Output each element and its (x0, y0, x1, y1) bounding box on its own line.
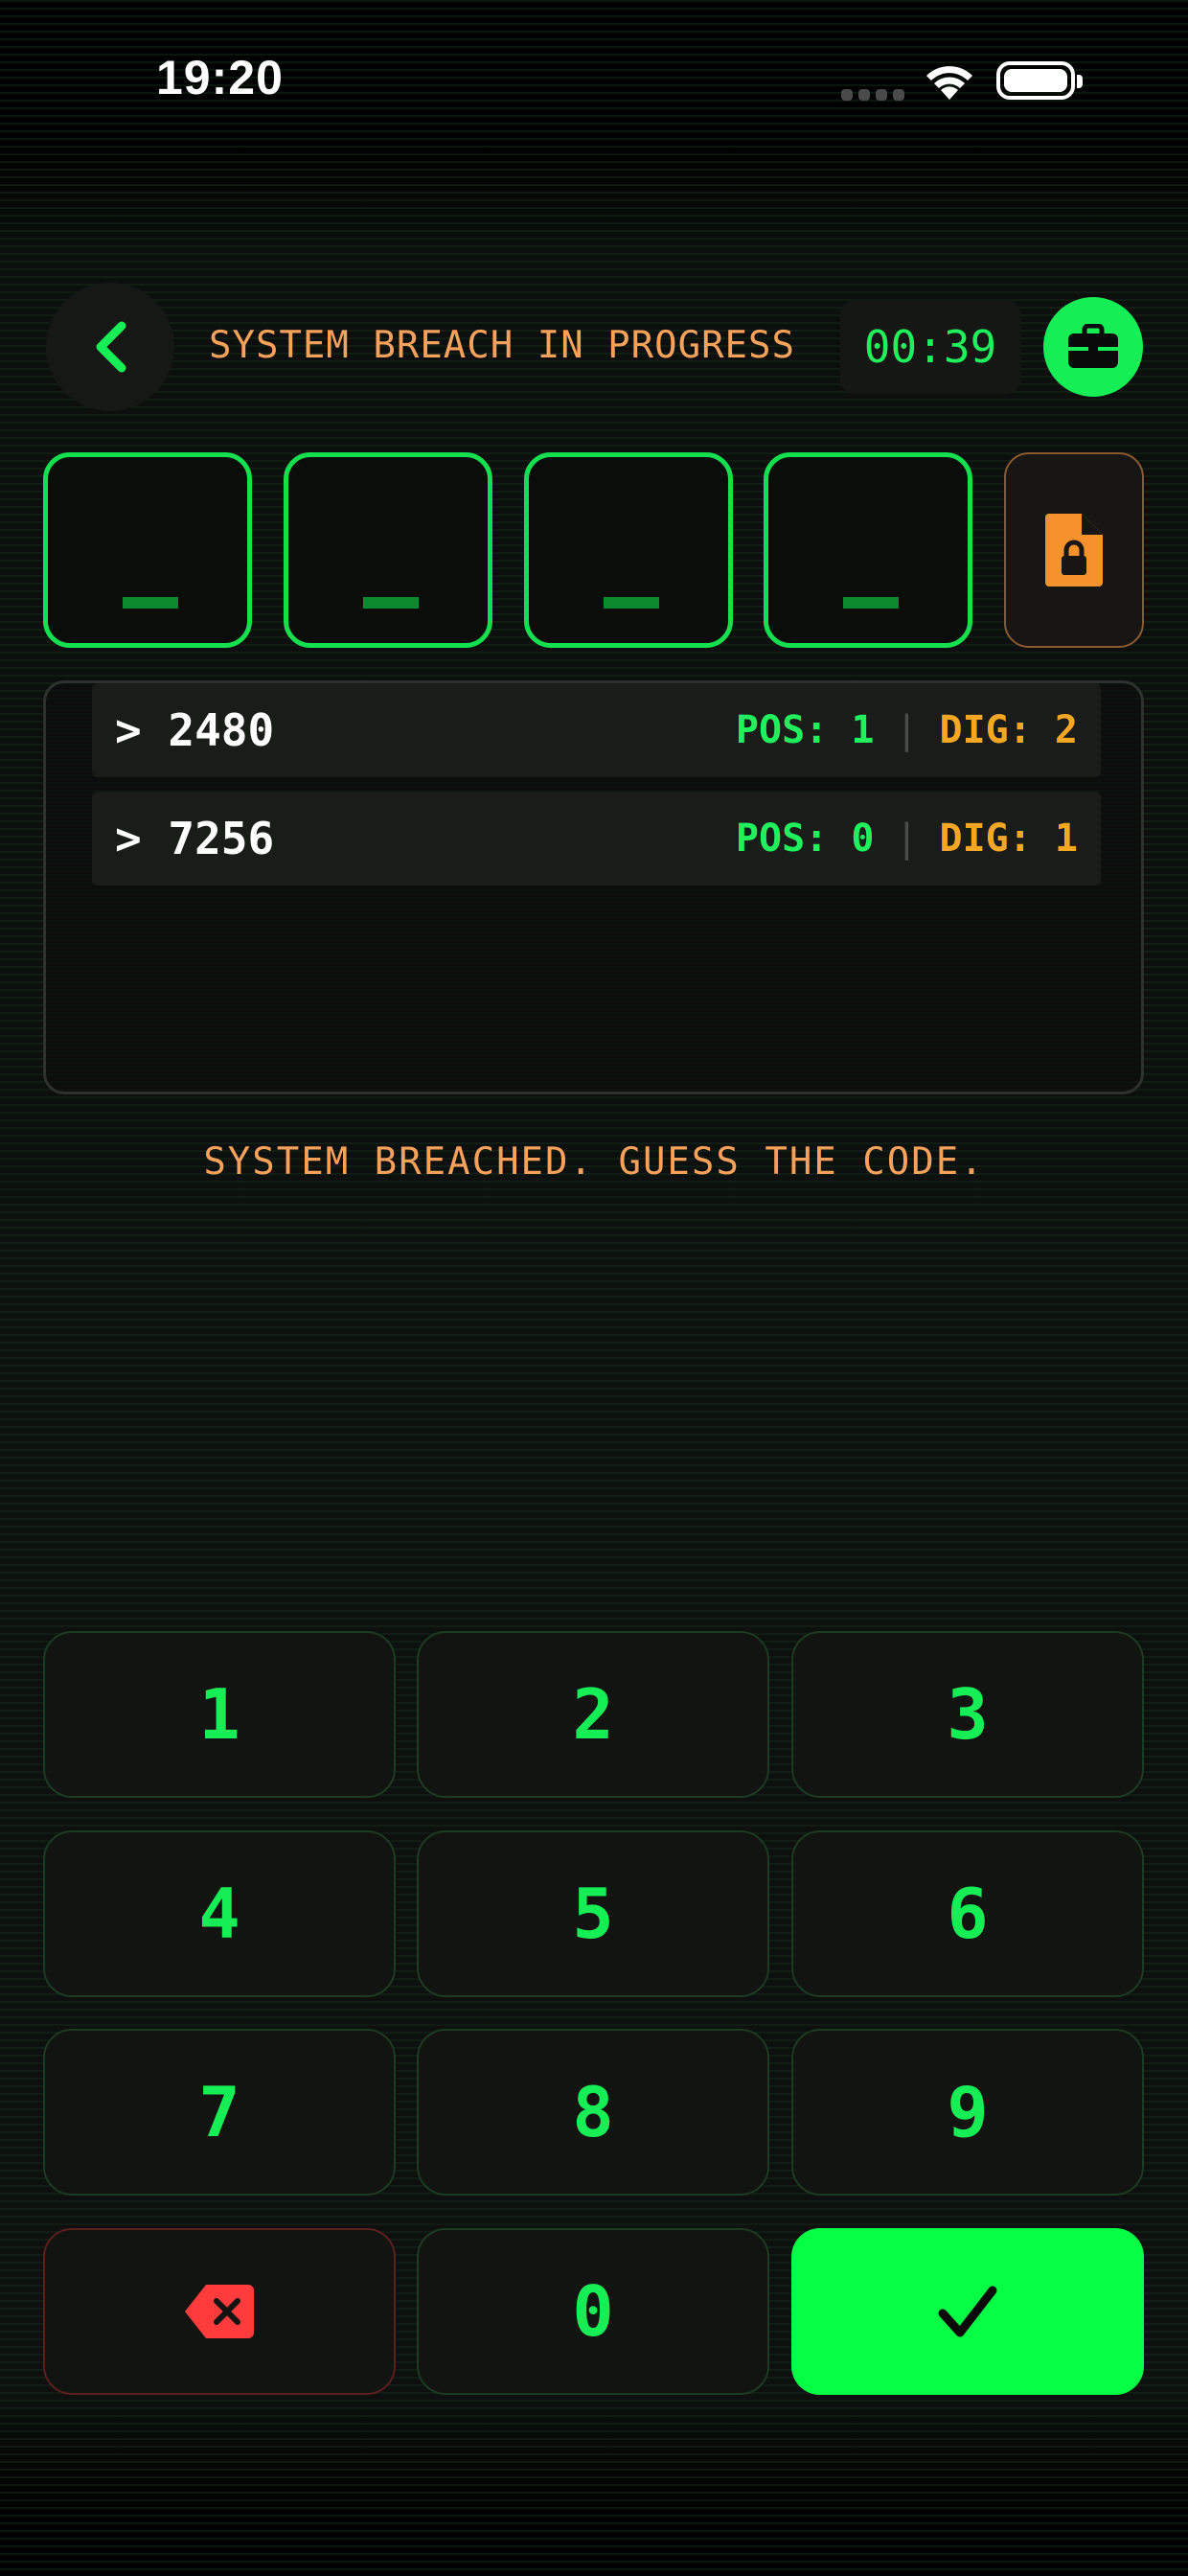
guess-history-row: > 7256 POS: 0 | DIG: 1 (92, 792, 1101, 886)
locked-document-icon (1045, 514, 1103, 586)
key-4[interactable]: 4 (43, 1830, 396, 1997)
key-1[interactable]: 1 (43, 1631, 396, 1798)
key-9[interactable]: 9 (791, 2029, 1144, 2196)
locked-file-button[interactable] (1004, 452, 1144, 648)
key-8[interactable]: 8 (417, 2029, 769, 2196)
code-slot-2 (284, 452, 492, 648)
position-matches: POS: 0 (735, 816, 875, 861)
key-6[interactable]: 6 (791, 1830, 1144, 1997)
page-title: SYSTEM BREACH IN PROGRESS (209, 324, 795, 367)
status-time: 19:20 (156, 51, 284, 104)
chevron-left-icon (96, 321, 126, 373)
separator: | (895, 708, 919, 752)
slot-cursor (123, 597, 178, 609)
code-slot-1 (43, 452, 252, 648)
checkmark-icon (938, 2286, 997, 2337)
slot-cursor (363, 597, 419, 609)
separator: | (895, 816, 919, 861)
key-5[interactable]: 5 (417, 1830, 769, 1997)
key-2[interactable]: 2 (417, 1631, 769, 1798)
guess-code: > 2480 (115, 704, 275, 756)
guess-history-panel: > 2480 POS: 1 | DIG: 2 > 7256 POS: 0 | D… (43, 680, 1144, 1094)
code-slot-3 (524, 452, 733, 648)
countdown-timer: 00:39 (840, 300, 1020, 394)
code-slot-4 (764, 452, 972, 648)
back-button[interactable] (46, 283, 174, 411)
slot-cursor (604, 597, 659, 609)
battery-icon (996, 61, 1083, 100)
wifi-icon (922, 59, 977, 105)
briefcase-icon (1068, 324, 1118, 368)
guess-code: > 7256 (115, 813, 275, 864)
slot-cursor (843, 597, 899, 609)
game-screen: 19:20 SYSTEM BREACH IN PROGRESS 00:39 > … (0, 0, 1188, 2576)
key-0[interactable]: 0 (417, 2228, 769, 2395)
digit-matches: DIG: 2 (939, 708, 1079, 752)
delete-button[interactable] (43, 2228, 396, 2395)
key-7[interactable]: 7 (43, 2029, 396, 2196)
position-matches: POS: 1 (735, 708, 875, 752)
backspace-icon (185, 2285, 254, 2338)
guess-history-row: > 2480 POS: 1 | DIG: 2 (92, 683, 1101, 777)
digit-matches: DIG: 1 (939, 816, 1079, 861)
status-message: SYSTEM BREACHED. GUESS THE CODE. (203, 1140, 985, 1184)
cellular-signal-icon (841, 86, 910, 104)
submit-button[interactable] (791, 2228, 1144, 2395)
inventory-button[interactable] (1043, 297, 1143, 397)
key-3[interactable]: 3 (791, 1631, 1144, 1798)
